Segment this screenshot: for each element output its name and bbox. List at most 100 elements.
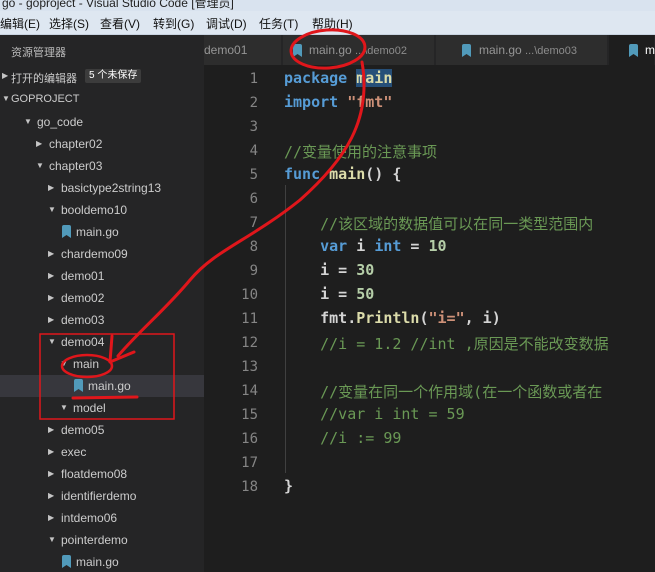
editor-tabs: demo01 main.go ...\demo02 main.go ...\de… <box>204 35 655 65</box>
line-number: 13 <box>241 359 258 375</box>
folder-go-code[interactable]: ▼ go_code <box>0 111 204 133</box>
tree-item-label: identifierdemo <box>61 489 137 503</box>
tree-item-label: pointerdemo <box>61 533 128 547</box>
code-line[interactable]: i = 50 <box>284 285 374 303</box>
line-number: 12 <box>241 335 258 351</box>
chevron-down-icon: ▼ <box>60 403 68 412</box>
code-line[interactable]: import "fmt" <box>284 93 392 111</box>
line-number: 14 <box>241 383 258 399</box>
code-line[interactable]: func main() { <box>284 165 401 183</box>
code-line[interactable]: //i := 99 <box>284 429 401 447</box>
tab-label: main.go ...\demo03 <box>479 43 578 57</box>
line-number: 16 <box>241 431 258 447</box>
explorer-sidebar: 资源管理器 ▶ 打开的编辑器 5 个未保存 ▼ GOPROJECT ▼ go_co… <box>0 35 204 572</box>
code-line[interactable]: fmt.Println("i=", i) <box>284 309 501 327</box>
go-file-icon <box>462 44 471 57</box>
window-titlebar: go - goproject - Visual Studio Code [管理员… <box>0 0 655 11</box>
chevron-right-icon: ▶ <box>48 293 55 302</box>
folder-demo03[interactable]: ▶ demo03 <box>0 309 204 331</box>
menu-go[interactable]: 转到(G) <box>153 15 194 32</box>
go-file-icon <box>293 44 302 57</box>
line-number: 1 <box>249 71 258 87</box>
line-number: 18 <box>241 479 258 495</box>
tree-item-label: exec <box>61 445 87 459</box>
go-file-icon <box>629 44 638 57</box>
menu-debug[interactable]: 调试(D) <box>206 15 247 32</box>
menu-tasks[interactable]: 任务(T) <box>259 15 298 32</box>
chevron-down-icon: ▼ <box>24 117 32 126</box>
chevron-right-icon: ▶ <box>36 139 43 148</box>
folder-intdemo06[interactable]: ▶ intdemo06 <box>0 507 204 529</box>
folder-chapter02[interactable]: ▶ chapter02 <box>0 133 204 155</box>
line-number: 15 <box>241 407 258 423</box>
chevron-down-icon: ▼ <box>2 94 10 103</box>
code-line[interactable]: //变量在同一个作用域(在一个函数或者在 <box>284 381 602 402</box>
folder-identifierdemo[interactable]: ▶ identifierdemo <box>0 485 204 507</box>
chevron-right-icon: ▶ <box>48 491 55 500</box>
tree-item-label: demo02 <box>61 291 105 305</box>
folder-model[interactable]: ▼ model <box>0 397 204 419</box>
project-section[interactable]: ▼ GOPROJECT <box>0 90 204 110</box>
tree-item-label: model <box>73 401 106 415</box>
chevron-right-icon: ▶ <box>48 183 55 192</box>
file-main-go[interactable]: main.go <box>0 551 204 572</box>
line-number: 4 <box>249 143 258 159</box>
chevron-down-icon: ▼ <box>36 161 44 170</box>
line-number: 7 <box>249 215 258 231</box>
line-number: 2 <box>249 95 258 111</box>
folder-chardemo09[interactable]: ▶ chardemo09 <box>0 243 204 265</box>
chevron-down-icon: ▼ <box>48 535 56 544</box>
project-label: GOPROJECT <box>11 93 80 105</box>
tree-item-label: booldemo10 <box>61 203 128 217</box>
folder-demo05[interactable]: ▶ demo05 <box>0 419 204 441</box>
open-editors-section[interactable]: ▶ 打开的编辑器 5 个未保存 <box>0 67 204 87</box>
folder-pointerdemo[interactable]: ▼ pointerdemo <box>0 529 204 551</box>
code-line[interactable]: //变量使用的注意事项 <box>284 141 437 162</box>
tree-item-label: floatdemo08 <box>61 467 128 481</box>
menu-view[interactable]: 查看(V) <box>100 15 140 32</box>
code-line[interactable]: //var i int = 59 <box>284 405 465 423</box>
file-main-go[interactable]: main.go <box>0 375 204 397</box>
folder-basictype2string13[interactable]: ▶ basictype2string13 <box>0 177 204 199</box>
folder-demo01[interactable]: ▶ demo01 <box>0 265 204 287</box>
folder-exec[interactable]: ▶ exec <box>0 441 204 463</box>
chevron-right-icon: ▶ <box>48 315 55 324</box>
tree-item-label: chardemo09 <box>61 247 128 261</box>
folder-main[interactable]: ▼ main <box>0 353 204 375</box>
tree-item-label: main.go <box>76 555 119 569</box>
go-file-icon <box>62 555 71 568</box>
line-number: 6 <box>249 191 258 207</box>
folder-demo04[interactable]: ▼ demo04 <box>0 331 204 353</box>
code-line[interactable]: var i int = 10 <box>284 237 446 255</box>
folder-booldemo10[interactable]: ▼ booldemo10 <box>0 199 204 221</box>
tree-item-label: chapter02 <box>49 137 103 151</box>
tab-main-go-demo02[interactable]: main.go ...\demo02 <box>283 35 435 65</box>
chevron-right-icon: ▶ <box>2 71 9 80</box>
tree-item-label: demo04 <box>61 335 105 349</box>
menu-edit[interactable]: 编辑(E) <box>0 15 40 32</box>
code-line[interactable]: //该区域的数据值可以在同一类型范围内 <box>284 213 593 234</box>
tree-item-label: intdemo06 <box>61 511 118 525</box>
code-line[interactable]: i = 30 <box>284 261 374 279</box>
code-line[interactable]: } <box>284 477 293 495</box>
chevron-down-icon: ▼ <box>48 205 56 214</box>
folder-chapter03[interactable]: ▼ chapter03 <box>0 155 204 177</box>
go-file-icon <box>62 225 71 238</box>
menu-help[interactable]: 帮助(H) <box>312 15 353 32</box>
code-line[interactable]: //i = 1.2 //int ,原因是不能改变数据 <box>284 333 609 354</box>
line-number: 3 <box>249 119 258 135</box>
folder-floatdemo08[interactable]: ▶ floatdemo08 <box>0 463 204 485</box>
tab-active[interactable]: m <box>609 35 655 65</box>
folder-demo02[interactable]: ▶ demo02 <box>0 287 204 309</box>
menu-selection[interactable]: 选择(S) <box>49 15 89 32</box>
code-editor[interactable]: 1 2 3 4 5 6 7 8 9 10 11 12 13 14 15 16 17 18 package main… <box>204 65 655 572</box>
tab-demo01[interactable]: demo01 <box>204 35 282 65</box>
tree-item-label: main.go <box>76 225 119 239</box>
explorer-title: 资源管理器 <box>11 47 66 59</box>
tab-main-go-demo03[interactable]: main.go ...\demo03 <box>436 35 608 65</box>
window-title: go - goproject - Visual Studio Code [管理员… <box>2 0 234 10</box>
code-line[interactable]: package main <box>284 69 393 87</box>
tree-item-label: demo05 <box>61 423 105 437</box>
file-main-go[interactable]: main.go <box>0 221 204 243</box>
line-number: 17 <box>241 455 258 471</box>
